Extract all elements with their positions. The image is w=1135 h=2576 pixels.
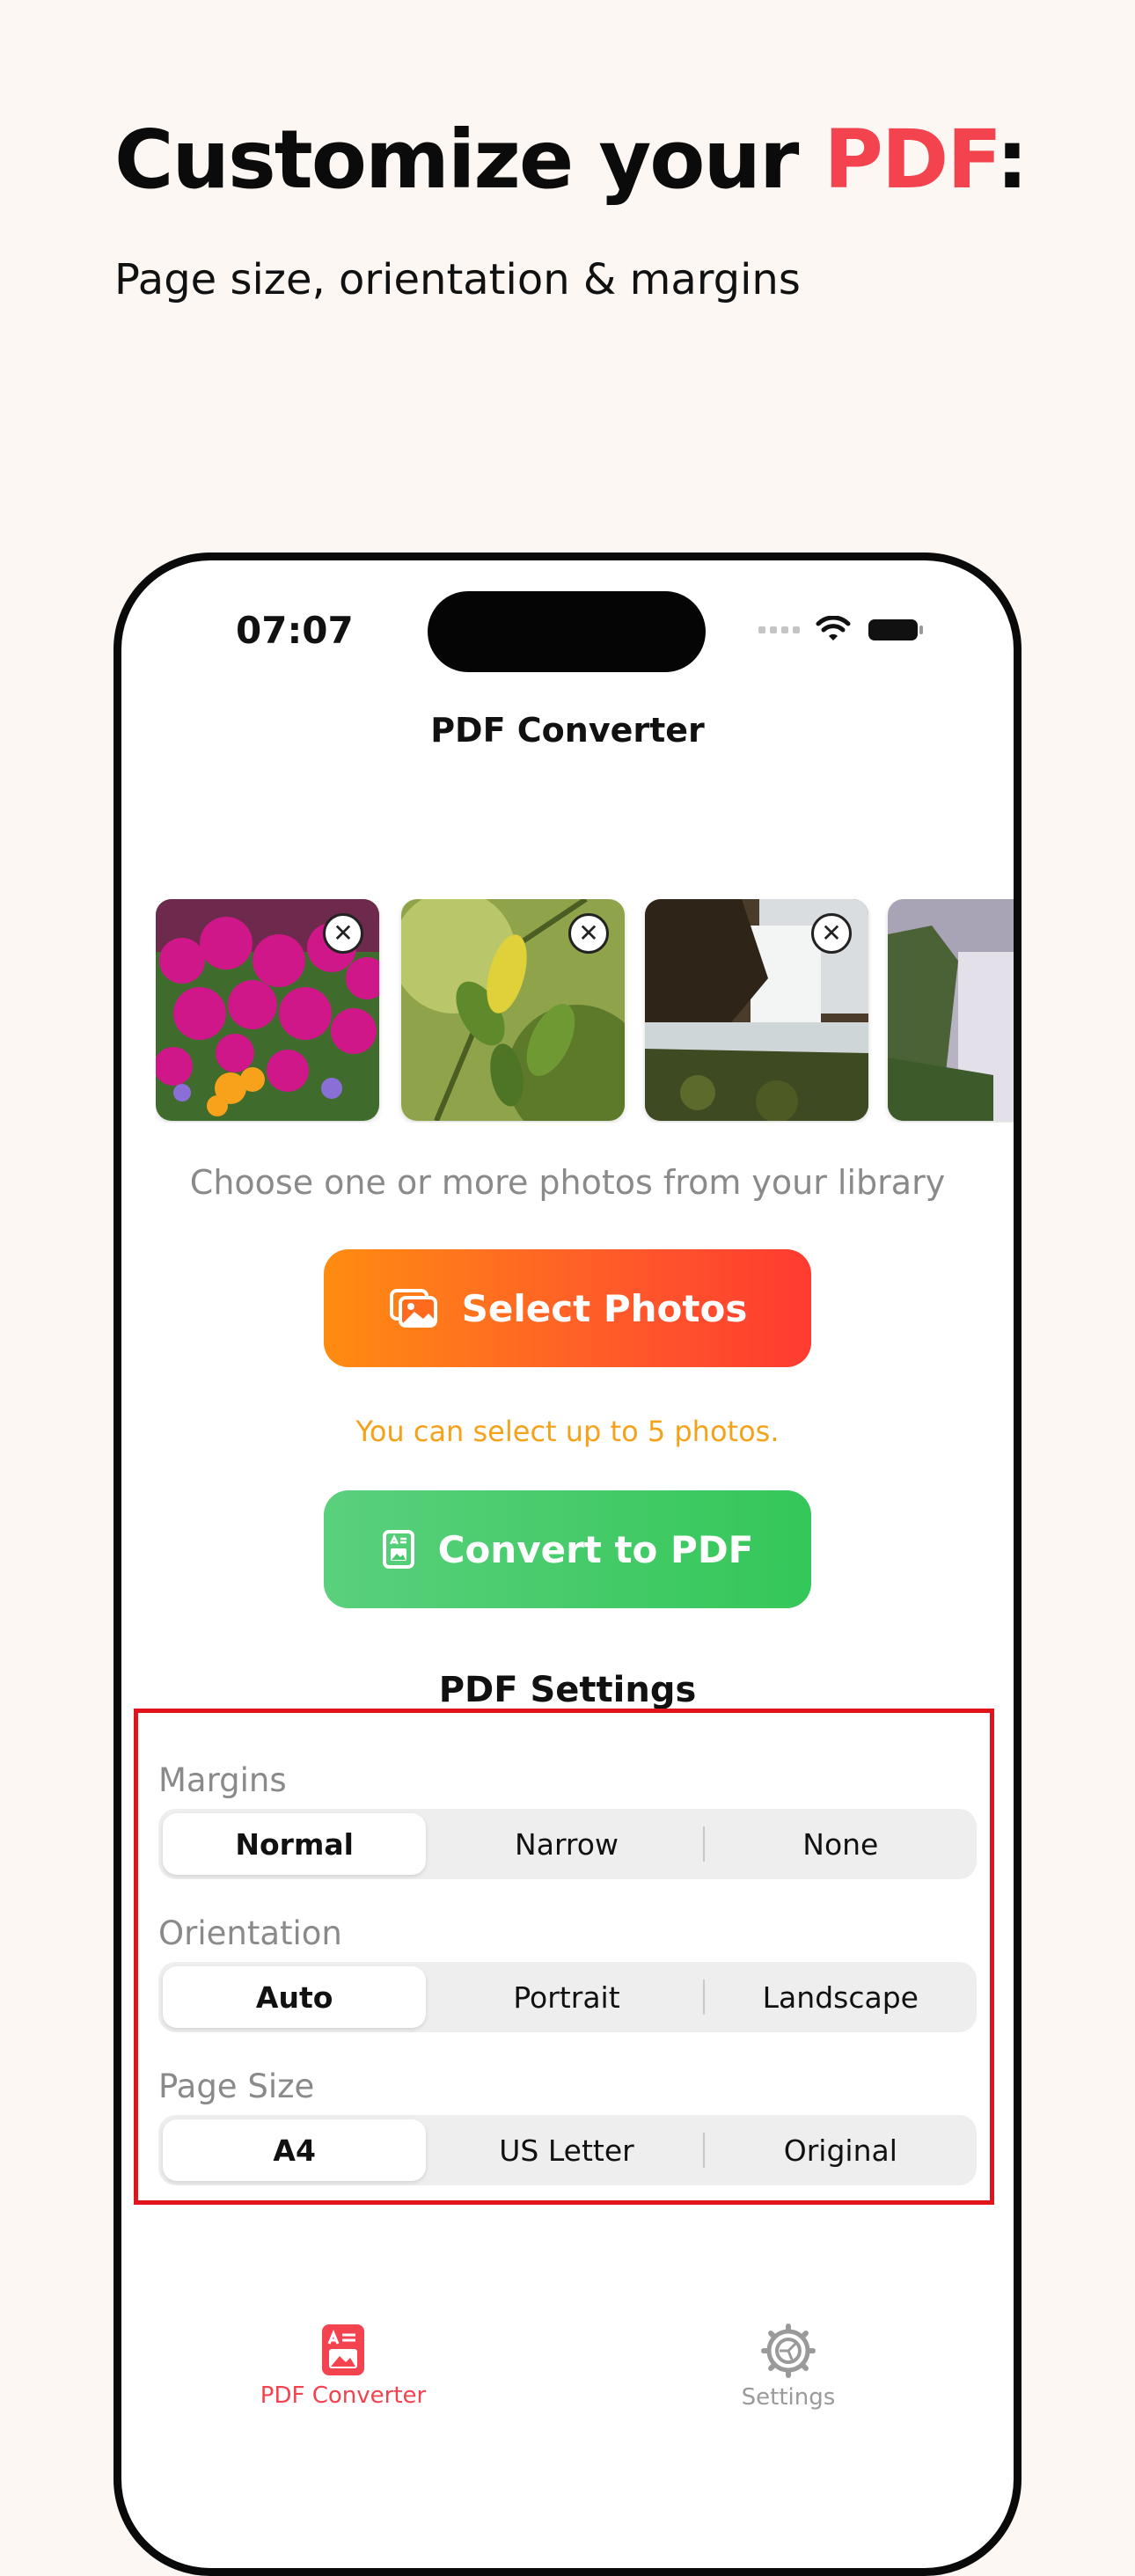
select-photos-button[interactable]: Select Photos [324,1249,811,1367]
tab-settings-label: Settings [741,2384,836,2411]
tab-settings[interactable]: Settings [656,2323,920,2411]
segment-divider [702,1826,705,1862]
document-icon [382,1530,414,1569]
convert-to-pdf-label: Convert to PDF [437,1527,754,1571]
orientation-option-portrait[interactable]: Portrait [435,1966,698,2028]
photo-thumbnail-misty-cliff[interactable] [888,899,1014,1121]
photo-limit-note: You can select up to 5 photos. [355,1415,780,1448]
page-size-option-original[interactable]: Original [709,2119,972,2181]
battery-icon [868,619,923,640]
photos-icon [389,1289,437,1328]
headline-accent: PDF [824,113,998,207]
select-photos-label: Select Photos [461,1286,748,1330]
nav-title: PDF Converter [430,711,705,750]
tab-pdf-converter[interactable]: PDF Converter [211,2323,475,2409]
photo-hint: Choose one or more photos from your libr… [189,1163,946,1202]
remove-photo-3-icon[interactable]: ✕ [811,913,852,954]
margins-option-normal[interactable]: Normal [163,1813,427,1875]
margins-label: Margins [158,1761,287,1799]
gear-icon [761,2324,816,2378]
photo-strip[interactable]: ✕ ✕ ✕ [156,899,1014,1123]
pdf-settings-title: PDF Settings [438,1670,697,1710]
promo-headline: Customize your PDF: [114,113,1029,207]
orientation-option-landscape[interactable]: Landscape [709,1966,972,2028]
margins-option-none[interactable]: None [709,1813,972,1875]
page-size-option-us-letter[interactable]: US Letter [435,2119,698,2181]
dynamic-island [428,591,706,672]
orientation-label: Orientation [158,1914,342,1952]
remove-photo-2-icon[interactable]: ✕ [568,913,609,954]
status-icons [758,616,925,644]
cellular-icon [758,626,800,633]
status-time: 07:07 [236,609,354,652]
promo-subhead: Page size, orientation & margins [114,255,801,304]
page-size-option-a4[interactable]: A4 [163,2119,427,2181]
margins-segmented-control: Normal Narrow None [158,1809,977,1879]
convert-to-pdf-button[interactable]: Convert to PDF [324,1490,811,1608]
orientation-option-auto[interactable]: Auto [163,1966,427,2028]
segment-divider [702,1980,705,2015]
page-size-label: Page Size [158,2067,315,2105]
segment-divider [702,2133,705,2168]
headline-suffix: : [996,113,1029,207]
pdf-converter-icon [322,2324,364,2375]
orientation-segmented-control: Auto Portrait Landscape [158,1962,977,2032]
headline-prefix: Customize your [114,113,824,207]
margins-option-narrow[interactable]: Narrow [435,1813,698,1875]
tab-pdf-converter-label: PDF Converter [260,2382,427,2409]
page-size-segmented-control: A4 US Letter Original [158,2115,977,2185]
remove-photo-1-icon[interactable]: ✕ [323,913,363,954]
wifi-icon [816,616,851,640]
